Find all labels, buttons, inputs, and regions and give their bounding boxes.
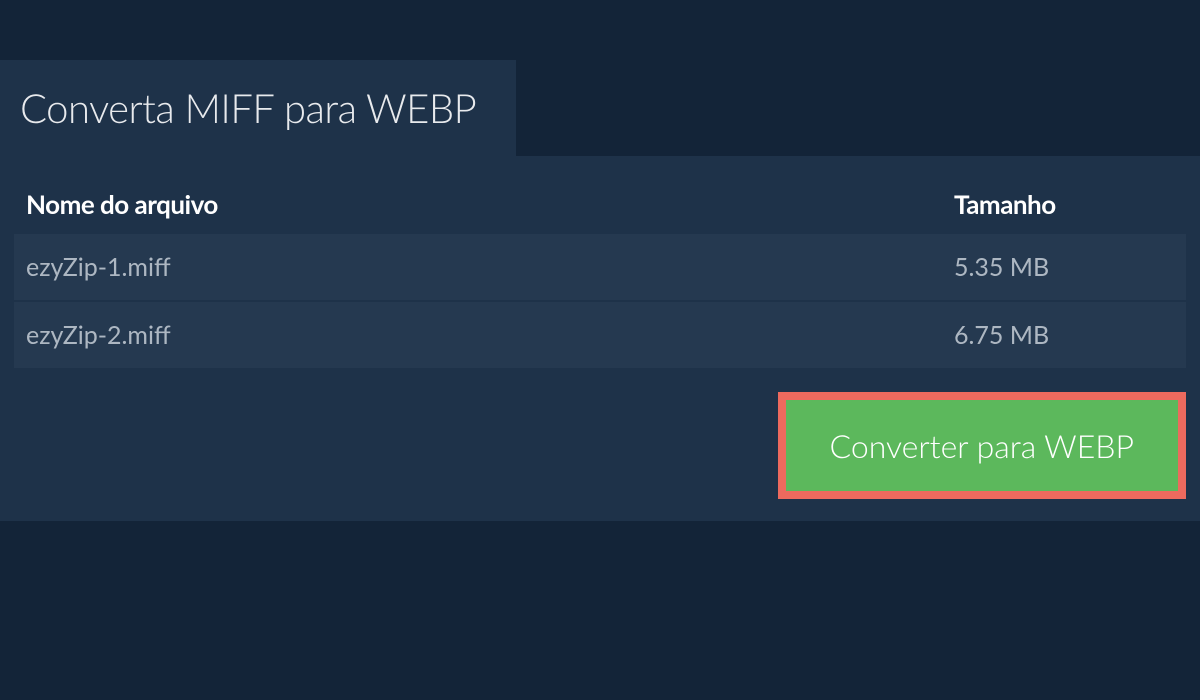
tab-title: Converta MIFF para WEBP [20, 84, 476, 132]
cell-filename: ezyZip-2.miff [26, 320, 954, 350]
table-row[interactable]: ezyZip-1.miff 5.35 MB [14, 234, 1186, 300]
table-row[interactable]: ezyZip-2.miff 6.75 MB [14, 302, 1186, 368]
file-table: Nome do arquivo Tamanho ezyZip-1.miff 5.… [14, 174, 1186, 368]
header-filename: Nome do arquivo [26, 188, 954, 220]
button-row: Converter para WEBP [14, 392, 1186, 499]
table-header: Nome do arquivo Tamanho [14, 174, 1186, 234]
header-size: Tamanho [954, 188, 1174, 220]
main-container: Converta MIFF para WEBP Nome do arquivo … [0, 0, 1200, 521]
tab-header[interactable]: Converta MIFF para WEBP [0, 60, 516, 156]
cell-size: 6.75 MB [954, 320, 1174, 350]
convert-button[interactable]: Converter para WEBP [786, 400, 1178, 491]
cell-filename: ezyZip-1.miff [26, 252, 954, 282]
convert-button-highlight: Converter para WEBP [778, 392, 1186, 499]
content-panel: Nome do arquivo Tamanho ezyZip-1.miff 5.… [0, 156, 1200, 521]
cell-size: 5.35 MB [954, 252, 1174, 282]
